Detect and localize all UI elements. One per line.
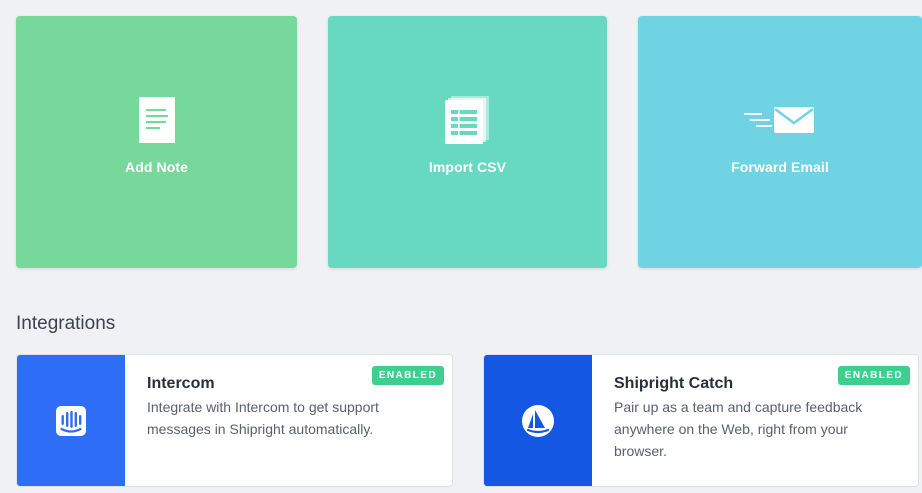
add-note-label: Add Note — [124, 159, 188, 175]
import-csv-tile[interactable]: Import CSV — [328, 16, 607, 268]
shipright-description: Pair up as a team and capture feedback a… — [614, 399, 863, 459]
forward-email-label: Forward Email — [731, 159, 829, 175]
intercom-card-body: Intercom Integrate with Intercom to get … — [125, 355, 452, 486]
page: Add Note Import CSV Forward Email Integr… — [0, 0, 922, 493]
shipright-logo-panel — [484, 355, 592, 486]
shipright-catch-integration-card[interactable]: Shipright Catch Pair up as a team and ca… — [483, 354, 919, 487]
import-csv-label: Import CSV — [428, 159, 507, 175]
intercom-status-badge: ENABLED — [371, 366, 444, 385]
forward-email-tile[interactable]: Forward Email — [638, 16, 922, 268]
add-note-tile[interactable]: Add Note — [16, 16, 297, 268]
document-icon — [138, 97, 175, 143]
shipright-logo-icon — [522, 404, 554, 437]
intercom-description: Integrate with Intercom to get support m… — [147, 399, 379, 437]
intercom-integration-card[interactable]: Intercom Integrate with Intercom to get … — [16, 354, 453, 487]
shipright-status-badge: ENABLED — [837, 366, 910, 385]
shipright-card-body: Shipright Catch Pair up as a team and ca… — [592, 355, 918, 486]
intercom-logo-icon — [56, 405, 86, 436]
envelope-icon — [744, 99, 816, 141]
intercom-logo-panel — [17, 355, 125, 486]
integrations-heading: Integrations — [16, 313, 116, 334]
spreadsheet-icon — [444, 96, 491, 144]
